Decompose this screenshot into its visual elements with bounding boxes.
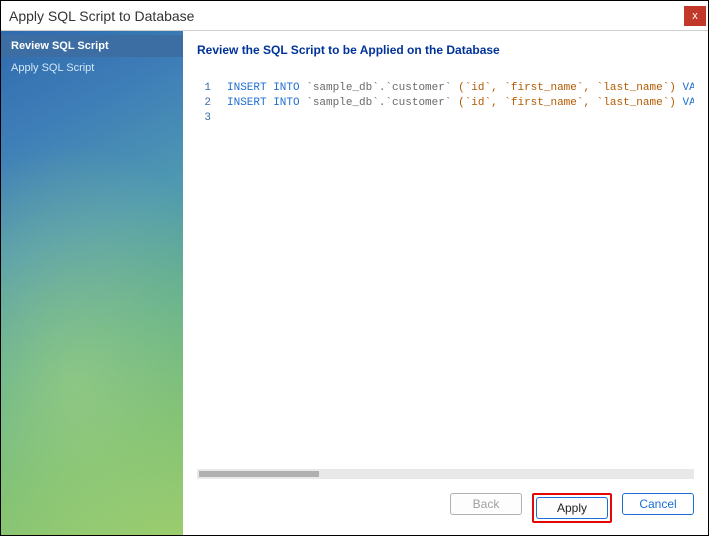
button-label: Back: [473, 497, 500, 511]
line-number: 1: [197, 81, 227, 96]
wizard-sidebar: Review SQL Script Apply SQL Script: [1, 31, 183, 535]
back-button: Back: [450, 493, 522, 515]
scrollbar-thumb[interactable]: [199, 471, 319, 477]
main-panel: Review the SQL Script to be Applied on t…: [183, 31, 708, 535]
code-line: 2 INSERT INTO `sample_db`.`customer` (`i…: [197, 96, 694, 111]
button-row: Back Apply Cancel: [197, 479, 694, 525]
sidebar-item-review-sql[interactable]: Review SQL Script: [1, 35, 183, 57]
window-title: Apply SQL Script to Database: [9, 8, 194, 24]
titlebar: Apply SQL Script to Database x: [1, 1, 708, 31]
sql-editor[interactable]: 1 INSERT INTO `sample_db`.`customer` (`i…: [197, 81, 694, 479]
sidebar-item-label: Review SQL Script: [11, 40, 109, 52]
dialog-content: Review SQL Script Apply SQL Script Revie…: [1, 31, 708, 535]
code-line: 1 INSERT INTO `sample_db`.`customer` (`i…: [197, 81, 694, 96]
apply-highlight: Apply: [532, 493, 612, 523]
line-number: 3: [197, 111, 227, 126]
sidebar-item-apply-sql[interactable]: Apply SQL Script: [1, 57, 183, 79]
button-label: Cancel: [639, 497, 676, 511]
panel-heading: Review the SQL Script to be Applied on t…: [197, 43, 694, 57]
button-label: Apply: [557, 501, 587, 515]
sidebar-item-label: Apply SQL Script: [11, 62, 94, 74]
code-text: INSERT INTO `sample_db`.`customer` (`id`…: [227, 81, 694, 96]
cancel-button[interactable]: Cancel: [622, 493, 694, 515]
sql-code-lines: 1 INSERT INTO `sample_db`.`customer` (`i…: [197, 81, 694, 126]
line-number: 2: [197, 96, 227, 111]
horizontal-scrollbar[interactable]: [197, 469, 694, 479]
code-line: 3: [197, 111, 694, 126]
close-button[interactable]: x: [684, 6, 706, 26]
code-text: INSERT INTO `sample_db`.`customer` (`id`…: [227, 96, 694, 111]
apply-button[interactable]: Apply: [536, 497, 608, 519]
close-icon: x: [692, 10, 698, 22]
